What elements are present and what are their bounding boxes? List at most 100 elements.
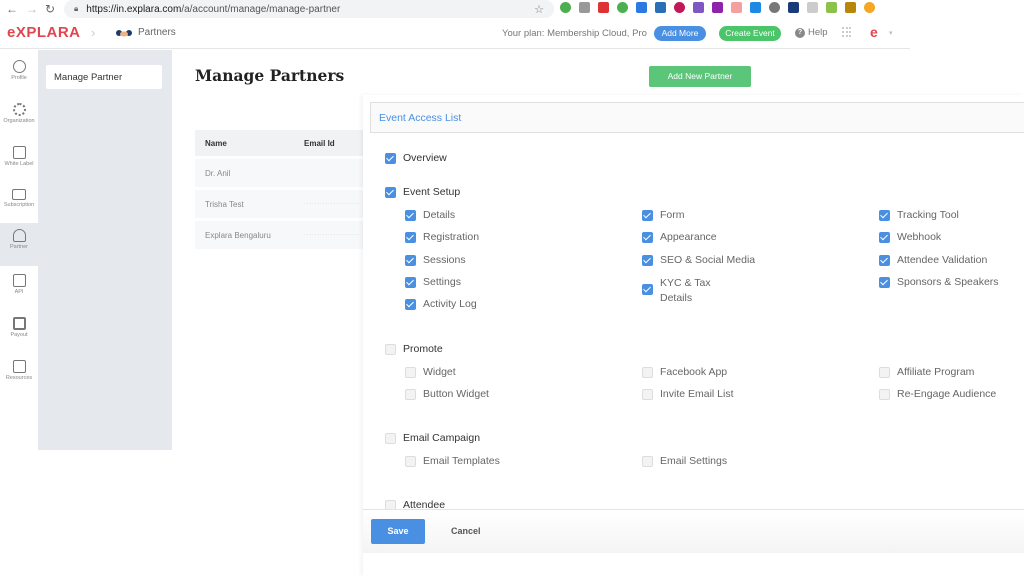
access-item-checkbox[interactable]: Button Widget (405, 388, 489, 401)
table-row[interactable]: Trisha Test ····················· (195, 190, 363, 218)
extension-icon[interactable] (674, 2, 685, 13)
extension-icon[interactable] (693, 2, 704, 13)
access-item-checkbox[interactable]: Email Templates (405, 455, 500, 468)
checkbox[interactable] (879, 366, 890, 378)
checkbox[interactable] (385, 153, 396, 164)
access-group-checkbox[interactable]: Attendee (385, 499, 445, 509)
rail-item-api[interactable]: API (0, 268, 38, 311)
profile-alert-icon[interactable] (864, 2, 875, 13)
extension-icon[interactable] (579, 2, 590, 13)
checkbox-label: Settings (423, 275, 461, 288)
access-item-checkbox[interactable]: Re-Engage Audience (879, 388, 996, 401)
checkbox[interactable] (879, 254, 890, 266)
access-item-checkbox[interactable]: Email Settings (642, 455, 727, 468)
extension-evernote-icon[interactable] (560, 2, 571, 13)
rail-item-partner[interactable]: Partner (0, 223, 38, 266)
access-group-checkbox[interactable]: Event Setup (385, 186, 460, 199)
breadcrumb-partners[interactable]: Partners (138, 27, 176, 38)
access-item-checkbox[interactable]: Sessions (405, 254, 466, 267)
checkbox[interactable] (879, 210, 890, 221)
access-item-checkbox[interactable]: Appearance (642, 231, 717, 244)
extension-icon[interactable] (617, 2, 628, 13)
checkbox[interactable] (405, 388, 416, 400)
checkbox[interactable] (879, 388, 890, 400)
extension-icon[interactable] (598, 2, 609, 13)
access-item-checkbox[interactable]: Tracking Tool (879, 209, 959, 222)
checkbox[interactable] (642, 232, 653, 244)
rail-item-payout[interactable]: Payout (0, 311, 38, 354)
access-item-checkbox[interactable]: Invite Email List (642, 388, 734, 401)
subnav-item-manage-partner[interactable]: Manage Partner (46, 65, 162, 89)
checkbox[interactable] (405, 299, 416, 311)
access-item-checkbox[interactable]: Details (405, 209, 455, 222)
checkbox[interactable] (405, 254, 416, 266)
extension-icon[interactable] (807, 2, 818, 13)
checkbox[interactable] (642, 366, 653, 378)
forward-button[interactable]: → (22, 2, 42, 16)
extension-icon[interactable] (636, 2, 647, 13)
checkbox[interactable] (405, 232, 416, 244)
terminal-icon (12, 274, 26, 287)
help-link[interactable]: ? Help (795, 27, 828, 38)
access-item-checkbox[interactable]: Settings (405, 276, 461, 289)
checkbox[interactable] (642, 210, 653, 221)
checkbox[interactable] (642, 283, 653, 295)
extension-icon[interactable] (826, 2, 837, 13)
bookmark-star-icon[interactable]: ☆ (534, 3, 544, 16)
checkbox[interactable] (405, 276, 416, 288)
checkbox[interactable] (385, 187, 396, 198)
extension-icon[interactable] (769, 2, 780, 13)
checkbox[interactable] (879, 276, 890, 288)
table-row[interactable]: Explara Bengaluru ····················· (195, 221, 363, 249)
rail-item-resources[interactable]: Resources (0, 354, 38, 397)
access-item-checkbox[interactable]: Activity Log (405, 298, 477, 311)
checkbox[interactable] (642, 456, 653, 468)
access-item-checkbox[interactable]: Webhook (879, 231, 941, 244)
extension-icon[interactable] (731, 2, 742, 13)
access-item-checkbox[interactable]: Sponsors & Speakers (879, 276, 999, 289)
cancel-button[interactable]: Cancel (451, 526, 481, 536)
access-group-checkbox[interactable]: Promote (385, 343, 443, 356)
table-row[interactable]: Dr. Anil (195, 159, 363, 187)
checkbox[interactable] (879, 232, 890, 244)
checkbox[interactable] (405, 456, 416, 468)
address-bar[interactable]: 🔒︎ https://in.explara.com/a/account/mana… (64, 0, 554, 18)
chevron-down-icon[interactable]: ▾ (889, 29, 893, 37)
access-item-checkbox[interactable]: Registration (405, 231, 479, 244)
access-item-checkbox[interactable]: KYC & Tax Details (642, 276, 730, 306)
checkbox[interactable] (385, 433, 396, 445)
create-event-button[interactable]: Create Event (719, 26, 781, 41)
access-group-checkbox[interactable]: Overview (385, 152, 447, 165)
rail-item-subscription[interactable]: Subscription (0, 183, 38, 226)
checkbox[interactable] (385, 343, 396, 355)
extension-icon[interactable] (750, 2, 761, 13)
access-item-checkbox[interactable]: SEO & Social Media (642, 254, 755, 267)
checkbox[interactable] (405, 210, 416, 221)
checkbox[interactable] (405, 366, 416, 378)
access-list: Overview Event Setup Details Form Tracking T… (363, 135, 1024, 509)
extension-icon[interactable] (712, 2, 723, 13)
access-item-checkbox[interactable]: Attendee Validation (879, 254, 987, 267)
extension-icon[interactable] (845, 2, 856, 13)
back-button[interactable]: ← (2, 2, 22, 16)
extension-icon[interactable] (655, 2, 666, 13)
rail-item-organization[interactable]: Organization (0, 97, 38, 140)
access-item-checkbox[interactable]: Widget (405, 366, 456, 379)
checkbox[interactable] (642, 388, 653, 400)
checkbox[interactable] (385, 500, 396, 509)
add-more-button[interactable]: Add More (654, 26, 706, 41)
checkbox[interactable] (642, 254, 653, 266)
explara-logo[interactable]: eXPLARA (7, 24, 81, 41)
extension-icon[interactable] (788, 2, 799, 13)
access-group-checkbox[interactable]: Email Campaign (385, 432, 480, 445)
access-item-checkbox[interactable]: Facebook App (642, 366, 727, 379)
reload-button[interactable]: ↻ (40, 2, 60, 16)
save-button[interactable]: Save (371, 519, 425, 544)
user-avatar[interactable]: e (870, 24, 878, 40)
access-item-checkbox[interactable]: Form (642, 209, 685, 222)
access-item-checkbox[interactable]: Affiliate Program (879, 366, 974, 379)
rail-item-white-label[interactable]: White Label (0, 140, 38, 183)
rail-item-profile[interactable]: Profile (0, 54, 38, 97)
add-new-partner-button[interactable]: Add New Partner (649, 66, 751, 87)
apps-grid-icon[interactable] (842, 27, 852, 37)
